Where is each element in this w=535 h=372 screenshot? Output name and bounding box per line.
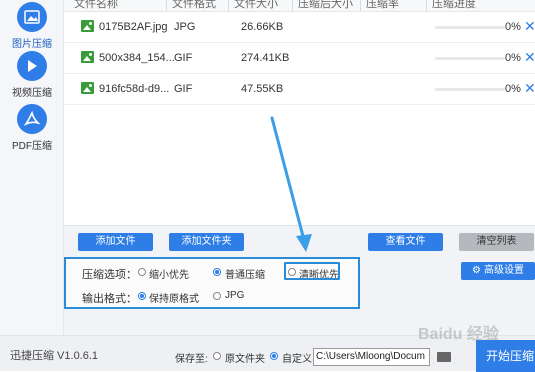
- watermark: Baidu 经验: [418, 326, 499, 343]
- version-text: 迅捷压缩 V1.0.6.1: [10, 350, 99, 362]
- radio-label: 自定义: [282, 354, 312, 365]
- save-to-label: 保存至:: [175, 354, 208, 365]
- start-compress-button[interactable]: 开始压缩: [476, 340, 535, 372]
- folder-browse-icon[interactable]: [437, 352, 451, 362]
- radio-original-folder[interactable]: [213, 352, 221, 360]
- radio-custom-folder[interactable]: [270, 352, 278, 360]
- save-path-input[interactable]: C:\Users\Mloong\Docum: [313, 348, 430, 366]
- radio-label: 原文件夹: [225, 354, 265, 365]
- annotation-arrow: [270, 116, 312, 252]
